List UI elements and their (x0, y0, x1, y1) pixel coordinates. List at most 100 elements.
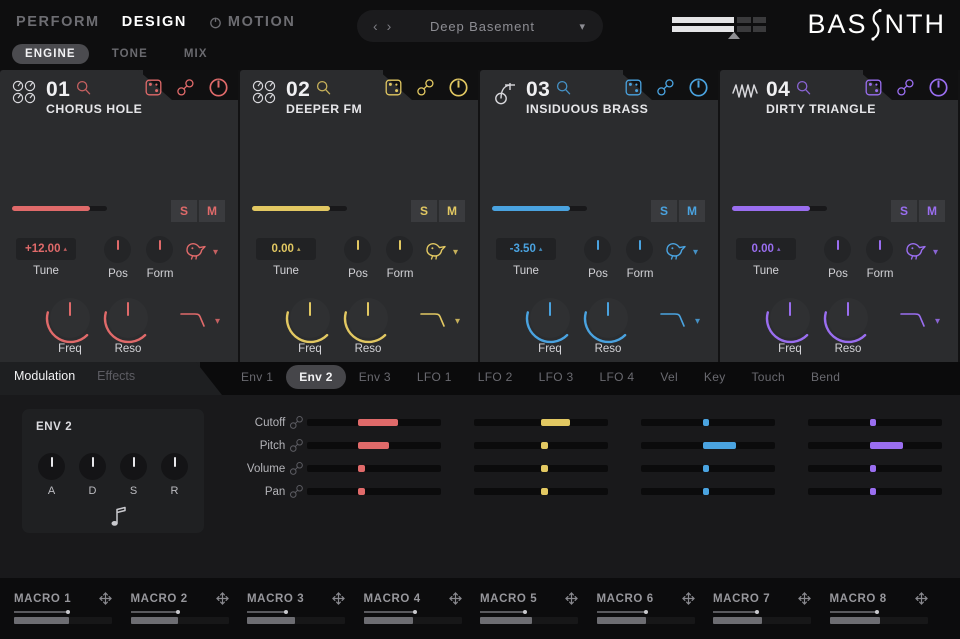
filter-type-selector[interactable]: ▾ (660, 310, 700, 333)
chevron-down-icon[interactable]: ▾ (695, 316, 700, 327)
reso-knob[interactable] (588, 298, 628, 338)
osc-level-slider[interactable] (732, 206, 827, 211)
osc-name[interactable]: CHORUS HOLE (46, 102, 142, 116)
pos-knob[interactable] (824, 236, 851, 263)
move-icon[interactable] (216, 592, 229, 605)
preset-name[interactable]: Deep Basement (385, 19, 579, 34)
link-icon[interactable] (285, 484, 307, 499)
mute-button[interactable]: M (919, 200, 945, 222)
macro-value-slider[interactable] (713, 617, 811, 624)
solo-button[interactable]: S (171, 200, 197, 222)
env-a-knob[interactable] (38, 453, 65, 480)
stepper-icon[interactable]: ▴ (63, 246, 67, 253)
mod-source-tab-env-2[interactable]: Env 2 (286, 365, 346, 389)
macro-range-slider[interactable] (364, 611, 462, 613)
mod-source-tab-lfo-4[interactable]: LFO 4 (586, 365, 647, 389)
power-icon[interactable] (689, 78, 708, 97)
mod-source-tab-lfo-3[interactable]: LFO 3 (526, 365, 587, 389)
tune-field[interactable]: +12.00▴ (16, 238, 76, 260)
macro-range-slider[interactable] (131, 611, 229, 613)
link-icon[interactable] (656, 78, 675, 97)
matrix-slider[interactable] (808, 442, 942, 449)
pos-knob[interactable] (104, 236, 131, 263)
link-icon[interactable] (285, 438, 307, 453)
macro-value-slider[interactable] (364, 617, 462, 624)
mute-button[interactable]: M (679, 200, 705, 222)
tab-engine[interactable]: ENGINE (12, 44, 89, 64)
filter-type-selector[interactable]: ▾ (180, 310, 220, 333)
osc-level-slider[interactable] (12, 206, 107, 211)
macro-value-slider[interactable] (597, 617, 695, 624)
search-icon[interactable] (76, 80, 91, 100)
link-icon[interactable] (285, 415, 307, 430)
brass-horn-icon[interactable] (492, 80, 518, 108)
chevron-left-icon[interactable]: ‹ (373, 19, 378, 33)
mute-button[interactable]: M (439, 200, 465, 222)
quad-dial-icon[interactable] (12, 80, 38, 108)
solo-button[interactable]: S (651, 200, 677, 222)
macro-range-slider[interactable] (480, 611, 578, 613)
form-knob[interactable] (866, 236, 893, 263)
macro-range-slider[interactable] (247, 611, 345, 613)
pos-knob[interactable] (344, 236, 371, 263)
freq-knob[interactable] (290, 298, 330, 338)
nav-perform[interactable]: PERFORM (16, 14, 100, 30)
matrix-slider[interactable] (474, 488, 608, 495)
matrix-slider[interactable] (808, 419, 942, 426)
mod-source-tab-env-3[interactable]: Env 3 (346, 365, 404, 389)
chevron-down-icon[interactable]: ▾ (215, 316, 220, 327)
tab-mix[interactable]: MIX (171, 44, 221, 64)
move-icon[interactable] (449, 592, 462, 605)
macro-range-slider[interactable] (830, 611, 928, 613)
move-icon[interactable] (332, 592, 345, 605)
power-icon[interactable] (449, 78, 468, 97)
mod-source-tab-key[interactable]: Key (691, 365, 739, 389)
mod-source-tab-bend[interactable]: Bend (798, 365, 853, 389)
freq-knob[interactable] (530, 298, 570, 338)
matrix-slider[interactable] (307, 465, 441, 472)
link-icon[interactable] (416, 78, 435, 97)
form-knob[interactable] (626, 236, 653, 263)
power-icon[interactable] (929, 78, 948, 97)
macro-range-slider[interactable] (597, 611, 695, 613)
reso-knob[interactable] (108, 298, 148, 338)
reso-knob[interactable] (348, 298, 388, 338)
osc-name[interactable]: INSIDUOUS BRASS (526, 102, 648, 116)
filter-type-selector[interactable]: ▾ (420, 310, 460, 333)
matrix-slider[interactable] (641, 442, 775, 449)
osc-shape-selector[interactable]: ▾ (184, 240, 218, 265)
macro-value-slider[interactable] (131, 617, 229, 624)
chevron-down-icon[interactable]: ▾ (453, 247, 458, 258)
chevron-down-icon[interactable]: ▾ (935, 316, 940, 327)
quad-dial-icon[interactable] (252, 80, 278, 108)
tune-field[interactable]: 0.00▴ (736, 238, 796, 260)
search-icon[interactable] (796, 80, 811, 100)
preset-selector[interactable]: ‹ › Deep Basement ▾ (357, 10, 603, 42)
env-d-knob[interactable] (79, 453, 106, 480)
mod-source-tab-lfo-2[interactable]: LFO 2 (465, 365, 526, 389)
chevron-down-icon[interactable]: ▾ (933, 247, 938, 258)
stepper-icon[interactable]: ▴ (539, 246, 543, 253)
solo-button[interactable]: S (411, 200, 437, 222)
osc-name[interactable]: DIRTY TRIANGLE (766, 102, 876, 116)
reso-knob[interactable] (828, 298, 868, 338)
chevron-down-icon[interactable]: ▾ (213, 247, 218, 258)
link-icon[interactable] (176, 78, 195, 97)
chevron-down-icon[interactable]: ▾ (455, 316, 460, 327)
macro-range-slider[interactable] (713, 611, 811, 613)
mute-button[interactable]: M (199, 200, 225, 222)
mod-source-tab-env-1[interactable]: Env 1 (228, 365, 286, 389)
tab-effects[interactable]: Effects (97, 369, 135, 383)
link-icon[interactable] (285, 461, 307, 476)
tune-field[interactable]: 0.00▴ (256, 238, 316, 260)
stepper-icon[interactable]: ▴ (777, 246, 781, 253)
music-note-icon[interactable] (110, 505, 128, 532)
pos-knob[interactable] (584, 236, 611, 263)
dice-icon[interactable] (145, 79, 162, 96)
macro-value-slider[interactable] (247, 617, 345, 624)
matrix-slider[interactable] (641, 419, 775, 426)
macro-value-slider[interactable] (480, 617, 578, 624)
matrix-slider[interactable] (307, 442, 441, 449)
osc-shape-selector[interactable]: ▾ (424, 240, 458, 265)
search-icon[interactable] (316, 80, 331, 100)
